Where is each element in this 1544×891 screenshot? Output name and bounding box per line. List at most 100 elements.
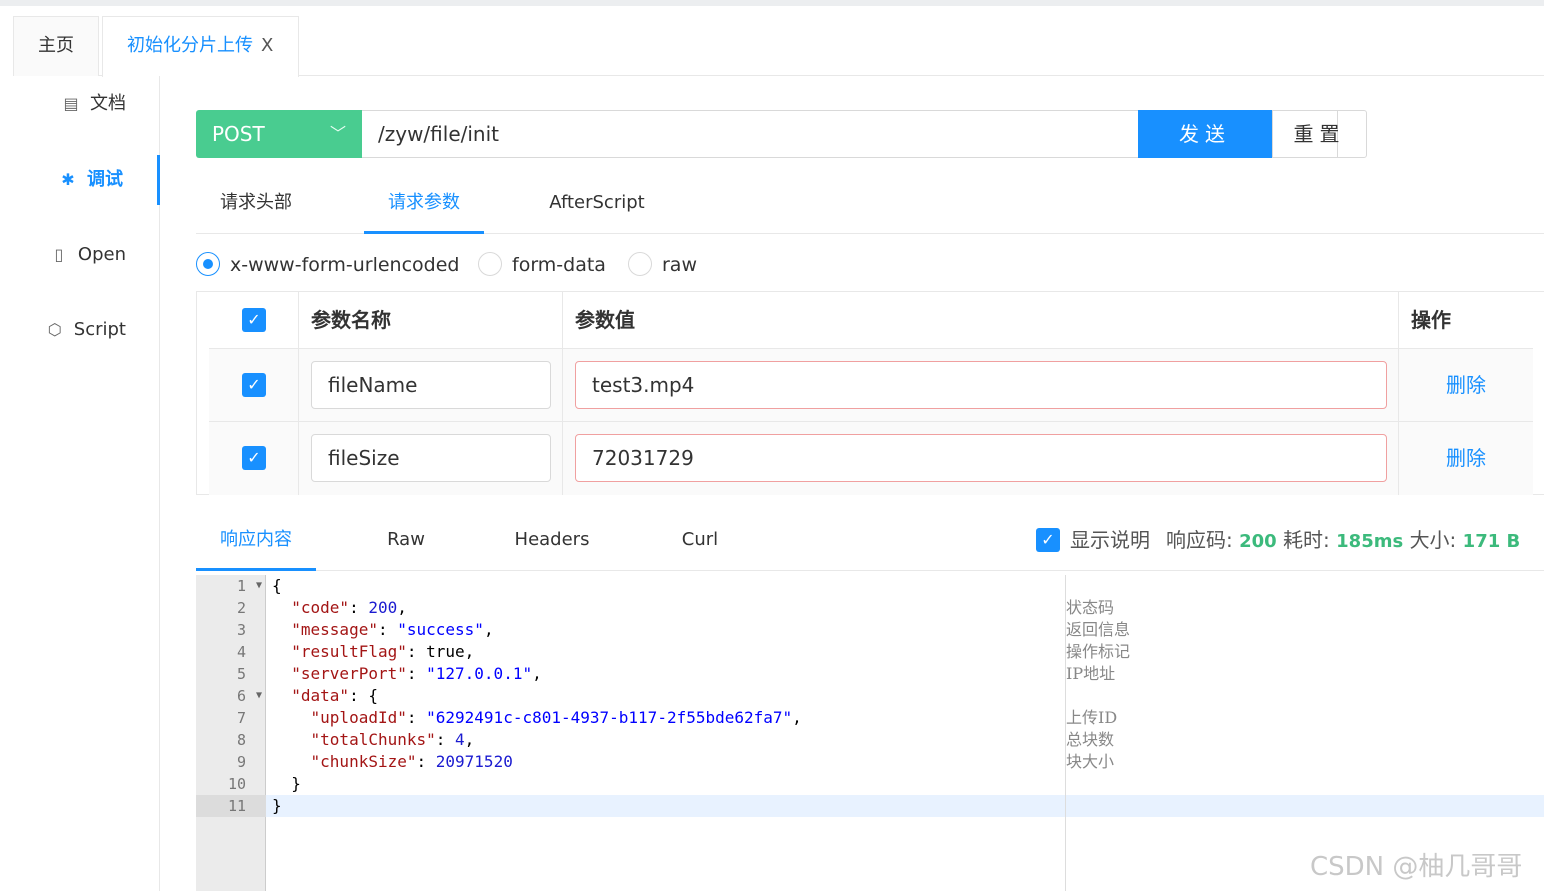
header-check-cell: ✓: [209, 292, 299, 348]
size-label: 大小:: [1409, 528, 1457, 552]
tab-request-headers[interactable]: 请求头部: [196, 173, 316, 234]
status-code-value: 200: [1239, 531, 1277, 552]
radio-dot: [628, 251, 652, 276]
radio-urlencoded[interactable]: x-www-form-urlencoded: [196, 248, 459, 282]
line-number: 8: [236, 731, 246, 749]
sidebar-item-docs[interactable]: ▤ 文档: [0, 79, 160, 129]
tab-init-upload[interactable]: 初始化分片上传 X: [102, 16, 299, 77]
line-number: 11: [196, 795, 266, 817]
tab-response-raw[interactable]: Raw: [356, 511, 456, 571]
tab-request-params[interactable]: 请求参数: [364, 173, 484, 234]
close-icon[interactable]: X: [261, 35, 273, 56]
tab-response-headers[interactable]: Headers: [502, 511, 602, 571]
code-line: "data": {: [291, 686, 378, 705]
field-note: 上传ID: [1066, 708, 1118, 727]
tab-init-upload-label: 初始化分片上传: [127, 35, 253, 56]
response-editor[interactable]: 1 ▼ 2 3 4 5 6 ▼ 7 8 9 10 11 { "code": 200,…: [196, 575, 1544, 891]
param-name-input[interactable]: fileName: [311, 361, 551, 409]
code-line: {: [272, 576, 282, 595]
radio-dot: [196, 251, 220, 276]
row-checkbox[interactable]: ✓: [242, 373, 266, 397]
send-button[interactable]: 发送: [1138, 110, 1272, 158]
file-icon: ▯: [54, 245, 64, 264]
code-line: }: [272, 774, 301, 793]
line-number: 7: [236, 709, 246, 727]
bug-icon: ✱: [61, 170, 75, 189]
line-gutter: 1 ▼ 2 3 4 5 6 ▼ 7 8 9 10 11: [196, 575, 266, 891]
radio-raw[interactable]: raw: [628, 248, 697, 282]
line-number: 10: [227, 775, 246, 793]
tab-home[interactable]: 主页: [13, 16, 99, 76]
sidebar-item-script[interactable]: ⬡ Script: [0, 305, 160, 355]
radio-label: form-data: [512, 254, 606, 276]
radio-dot: [478, 251, 502, 276]
size-value: 171 B: [1462, 531, 1521, 552]
row-name-cell: fileSize: [299, 422, 563, 495]
field-note: 块大小: [1066, 752, 1115, 771]
tab-response-content[interactable]: 响应内容: [196, 511, 316, 571]
tab-response-curl[interactable]: Curl: [650, 511, 750, 571]
field-note: 返回信息: [1066, 620, 1131, 639]
top-border: [0, 0, 1544, 6]
code-line: "totalChunks": 4,: [310, 730, 475, 749]
line-number: 5: [236, 665, 246, 683]
sidebar-item-label: 调试: [87, 169, 123, 190]
header-name-cell: 参数名称: [299, 292, 563, 348]
header-value-cell: 参数值: [563, 292, 1399, 348]
request-bar: POST ﹀ /zyw/file/init 发送 重置: [196, 110, 1367, 158]
sidebar-item-debug[interactable]: ✱ 调试: [0, 155, 160, 205]
delete-link[interactable]: 删除: [1399, 349, 1533, 422]
radio-form-data[interactable]: form-data: [478, 248, 606, 282]
line-number: 9: [236, 753, 246, 771]
sidebar-item-label: 文档: [90, 93, 126, 114]
column-header-name: 参数名称: [311, 308, 391, 332]
table-header: ✓ 参数名称 参数值 操作: [209, 292, 1533, 349]
row-checkbox[interactable]: ✓: [242, 446, 266, 470]
field-note: 状态码: [1066, 598, 1115, 617]
sidebar: ▤ 文档 ✱ 调试 ▯ Open ⬡ Script: [0, 76, 160, 891]
line-number: 2: [236, 599, 246, 617]
method-value: POST: [212, 122, 265, 146]
sidebar-item-label: Script: [73, 319, 126, 340]
chevron-down-icon: ﹀: [329, 124, 346, 143]
page-tabs: 主页 初始化分片上传 X: [13, 16, 1544, 77]
radio-label: x-www-form-urlencoded: [230, 254, 460, 276]
document-icon: ▤: [63, 94, 79, 113]
header-op-cell: 操作: [1399, 292, 1533, 348]
code-line: "uploadId": "6292491c-c801-4937-b117-2f5…: [310, 708, 802, 727]
param-value-input[interactable]: test3.mp4: [575, 361, 1387, 409]
fold-icon[interactable]: ▼: [256, 685, 262, 707]
code-line: "serverPort": "127.0.0.1",: [291, 664, 542, 683]
show-desc-label: 显示说明: [1070, 528, 1150, 552]
params-table: ✓ 参数名称 参数值 操作 ✓ fileName test3.mp4 删除 ✓ …: [196, 291, 1544, 495]
code-line: "message": "success",: [291, 620, 494, 639]
code-line: "resultFlag": true,: [291, 642, 475, 661]
select-all-checkbox[interactable]: ✓: [242, 308, 266, 332]
response-meta: ✓ 显示说明 响应码: 200 耗时: 185ms 大小: 171 B: [1036, 511, 1520, 569]
row-op-cell: 删除: [1399, 422, 1533, 495]
param-value-input[interactable]: 72031729: [575, 434, 1387, 482]
row-check-cell: ✓: [209, 422, 299, 495]
radio-label: raw: [662, 254, 697, 276]
delete-link[interactable]: 删除: [1399, 422, 1533, 495]
field-note: IP地址: [1066, 664, 1116, 683]
watermark: CSDN @柚几哥哥: [1310, 852, 1523, 882]
table-row: ✓ fileName test3.mp4 删除: [209, 349, 1533, 422]
code-line: }: [272, 796, 282, 815]
method-select[interactable]: POST ﹀: [196, 110, 362, 158]
line-number: 4: [236, 643, 246, 661]
time-label: 耗时:: [1283, 528, 1330, 552]
row-check-cell: ✓: [209, 349, 299, 421]
column-header-value: 参数值: [575, 308, 635, 332]
tab-after-script[interactable]: AfterScript: [534, 173, 660, 234]
sidebar-item-open[interactable]: ▯ Open: [0, 230, 160, 280]
codepen-icon: ⬡: [47, 320, 62, 339]
row-value-cell: 72031729: [563, 422, 1399, 495]
column-header-op: 操作: [1411, 308, 1451, 332]
reset-button[interactable]: 重置: [1272, 110, 1367, 158]
param-name-input[interactable]: fileSize: [311, 434, 551, 482]
fold-icon[interactable]: ▼: [256, 575, 262, 597]
sidebar-item-label: Open: [77, 244, 126, 265]
row-value-cell: test3.mp4: [563, 349, 1399, 421]
show-desc-checkbox[interactable]: ✓: [1036, 527, 1060, 552]
